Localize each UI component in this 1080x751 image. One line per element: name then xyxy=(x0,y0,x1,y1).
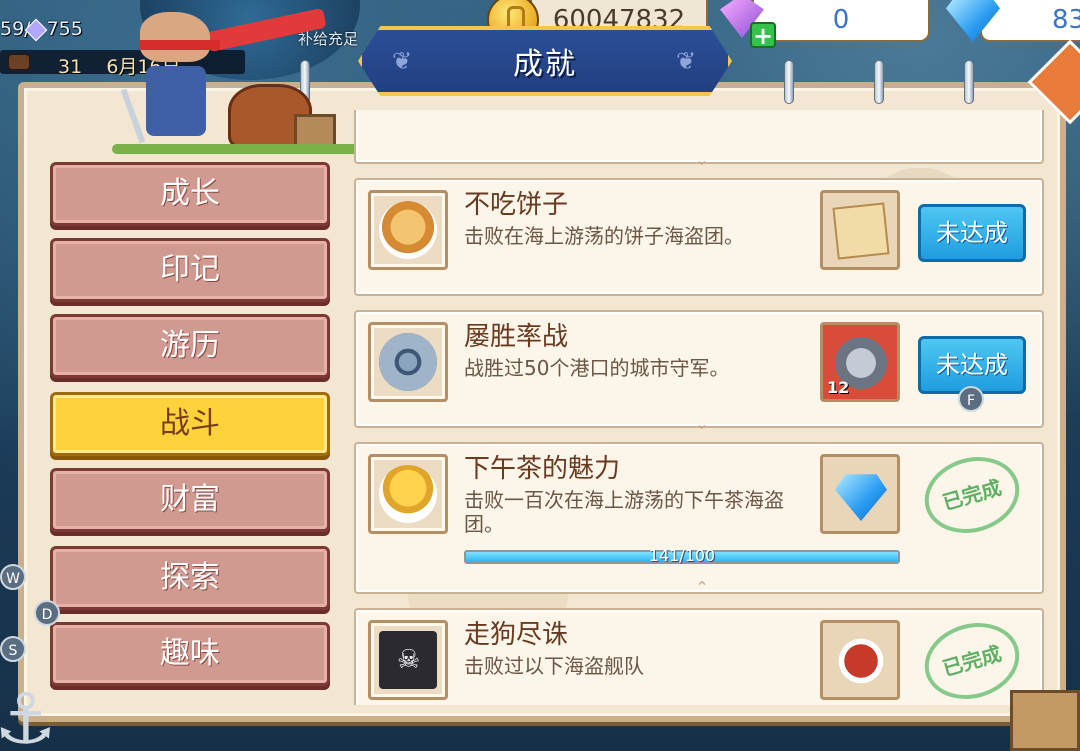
sword-icon xyxy=(120,88,146,144)
achievement-name: 屡胜率战 xyxy=(464,322,569,352)
achievement-list[interactable]: ⌄ 不吃饼子 击败在海上游荡的饼子海盗团。 未达成 屡胜率战 战胜过50个港口的… xyxy=(340,110,1055,705)
page-title: 成就 xyxy=(513,47,577,82)
treasure-map-icon xyxy=(832,202,890,260)
reward-slot[interactable] xyxy=(820,454,900,534)
tab-travel[interactable]: 游历 xyxy=(50,314,330,378)
crate-icon xyxy=(1010,690,1080,751)
expand-chevron-icon[interactable]: ⌄ xyxy=(692,150,712,169)
achievement-desc: 击败过以下海盗舰队 xyxy=(464,654,644,678)
tab-fun[interactable]: 趣味 xyxy=(50,622,330,686)
shield-icon xyxy=(379,333,437,391)
list-item: 屡胜率战 战胜过50个港口的城市守军。 12 未达成 F ⌄ xyxy=(354,310,1044,433)
reward-slot[interactable]: 12 xyxy=(820,322,900,402)
pirate-flag-icon: ☠ xyxy=(368,620,448,700)
achievement-desc: 战胜过50个港口的城市守军。 xyxy=(464,356,730,380)
hero-scene xyxy=(56,0,392,160)
expand-chevron-icon[interactable]: ⌄ xyxy=(692,414,712,433)
hero-body xyxy=(146,66,206,136)
key-hint-d: D xyxy=(34,600,60,626)
achievement-name: 走狗尽诛 xyxy=(464,620,569,650)
achievement-name: 不吃饼子 xyxy=(464,190,569,220)
achievement-desc: 击败一百次在海上游荡的下午茶海盗团。 xyxy=(464,488,784,536)
reward-slot[interactable] xyxy=(820,620,900,700)
laurel-icon: ❦ xyxy=(392,47,413,75)
collapse-chevron-icon[interactable]: ⌄ xyxy=(692,577,712,596)
shield-icon xyxy=(368,322,448,402)
cake-icon xyxy=(379,465,437,523)
diamond-icon xyxy=(835,474,887,521)
add-gem-button[interactable]: + xyxy=(750,22,776,48)
cake-icon xyxy=(368,454,448,534)
board-pin xyxy=(964,60,974,104)
skull-icon: ☠ xyxy=(397,645,421,675)
board-pin xyxy=(874,60,884,104)
cargo-icon xyxy=(8,54,30,70)
key-hint-w: W xyxy=(0,564,26,590)
key-hint-s: S xyxy=(0,636,26,662)
achievement-desc: 击败在海上游荡的饼子海盗团。 xyxy=(464,224,744,248)
pancake-icon xyxy=(368,190,448,270)
anchor-icon: ⚓ xyxy=(0,678,57,751)
laurel-icon: ❦ xyxy=(676,47,697,75)
list-item: 下午茶的魅力 击败一百次在海上游荡的下午茶海盗团。 已完成 141/100 ⌄ xyxy=(354,442,1044,596)
headband xyxy=(140,40,220,50)
reward-slot[interactable] xyxy=(820,190,900,270)
list-item: ☠ 走狗尽诛 击败过以下海盗舰队 已完成 xyxy=(354,608,1044,705)
pancake-icon xyxy=(379,201,437,259)
key-hint-f: F xyxy=(958,386,984,412)
tab-wealth[interactable]: 财富 xyxy=(50,468,330,532)
hero-head xyxy=(140,12,210,62)
tab-explore[interactable]: 探索 xyxy=(50,546,330,610)
scarf-icon xyxy=(205,7,327,53)
tab-battle[interactable]: 战斗 xyxy=(50,392,330,456)
meat-dish-icon xyxy=(835,635,887,687)
status-button[interactable]: 未达成 xyxy=(918,204,1026,262)
progress-text: 141/100 xyxy=(648,546,716,565)
tab-growth[interactable]: 成长 xyxy=(50,162,330,226)
tab-marks[interactable]: 印记 xyxy=(50,238,330,302)
board-pin xyxy=(784,60,794,104)
list-item: 不吃饼子 击败在海上游荡的饼子海盗团。 未达成 xyxy=(354,178,1044,296)
list-item: ⌄ xyxy=(354,110,1044,169)
completed-stamp: 已完成 xyxy=(915,446,1029,544)
pink-gem-counter: 0 xyxy=(752,0,930,42)
reward-count: 12 xyxy=(827,378,850,397)
achievement-name: 下午茶的魅力 xyxy=(464,454,621,484)
